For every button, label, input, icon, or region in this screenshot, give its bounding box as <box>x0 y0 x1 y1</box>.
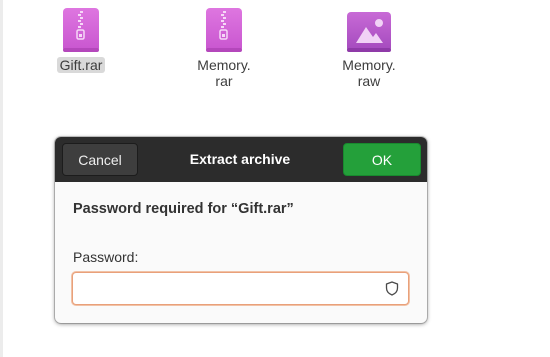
file-name-label: Memory. rar <box>197 57 251 89</box>
file-name-label: Gift.rar <box>56 57 106 73</box>
password-field[interactable] <box>72 272 409 305</box>
archive-file-icon <box>206 8 242 52</box>
file-item-memory-rar[interactable]: Memory. rar <box>178 7 270 91</box>
shield-icon[interactable] <box>385 281 399 296</box>
cancel-button[interactable]: Cancel <box>62 143 138 176</box>
password-label: Password: <box>73 249 139 265</box>
image-file-icon <box>347 12 391 52</box>
file-item-gift-rar[interactable]: Gift.rar <box>35 7 127 75</box>
file-name-label: Memory. raw <box>342 57 396 89</box>
file-item-memory-raw[interactable]: Memory. raw <box>323 7 415 91</box>
file-grid: Gift.rar Memory. rar Memory. raw <box>0 0 550 120</box>
archive-file-icon <box>63 8 99 52</box>
dialog-titlebar: Cancel Extract archive OK <box>55 137 427 182</box>
extract-archive-dialog: Cancel Extract archive OK Password requi… <box>55 137 427 323</box>
dialog-title: Extract archive <box>189 151 291 167</box>
password-prompt: Password required for “Gift.rar” <box>73 201 294 217</box>
ok-button[interactable]: OK <box>343 143 421 176</box>
